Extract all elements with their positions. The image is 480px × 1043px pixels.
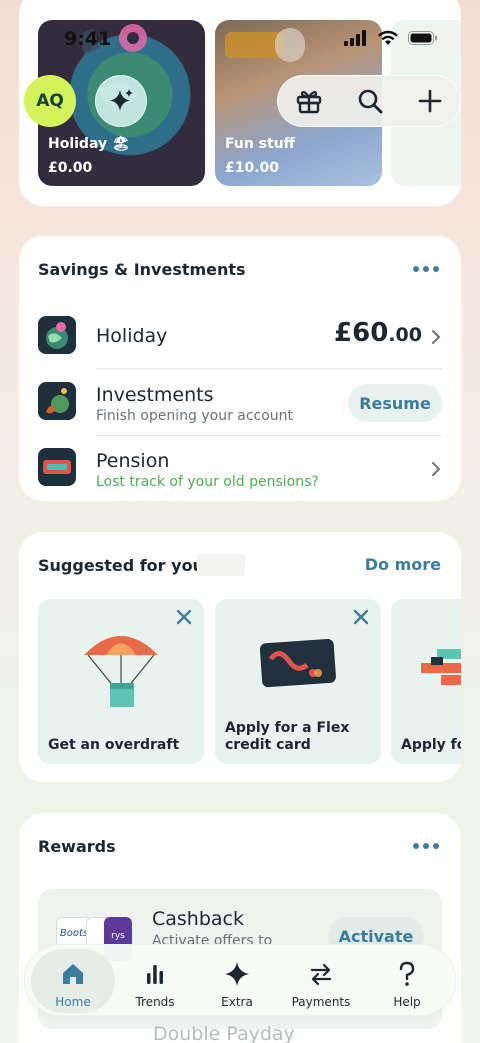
card-title: Rewards — [38, 837, 116, 856]
nav-label: Home — [55, 995, 91, 1009]
nav-label: Help — [393, 995, 421, 1009]
pension-icon — [38, 448, 76, 486]
suggested-card: Suggested for you, Do more Get an overdr… — [19, 532, 461, 782]
status-bar: 9:41 — [0, 0, 480, 76]
avatar[interactable]: AQ — [24, 75, 76, 127]
savings-row-holiday[interactable]: Holiday £60.00 — [38, 304, 442, 370]
tile-label: Apply fo — [401, 737, 461, 753]
nav-help[interactable]: Help — [365, 949, 449, 1013]
close-icon[interactable] — [176, 609, 192, 625]
status-icons — [344, 30, 438, 46]
wifi-icon — [378, 30, 398, 45]
row-title: Pension — [96, 450, 170, 472]
top-actions-bar — [277, 75, 461, 127]
transfer-arrows-icon — [310, 963, 332, 986]
redacted-name — [197, 554, 245, 576]
more-options-icon[interactable] — [413, 266, 439, 272]
suggestion-illustration — [421, 649, 461, 685]
savings-row-investments[interactable]: Investments Finish opening your account … — [38, 370, 442, 436]
do-more-link[interactable]: Do more — [365, 555, 441, 574]
suggestion-tile-flex-card[interactable]: Apply for a Flex credit card — [215, 599, 381, 764]
pot-amount: £0.00 — [48, 160, 93, 176]
close-icon[interactable] — [353, 609, 369, 625]
tile-label: Apply for a Flex credit card — [225, 720, 349, 754]
suggestion-tile-partial[interactable]: Apply fo — [391, 599, 461, 764]
parachute-illustration — [84, 636, 158, 707]
status-time: 9:41 — [64, 28, 112, 50]
savings-row-pension[interactable]: Pension Lost track of your old pensions? — [38, 436, 442, 502]
bar-chart-icon — [147, 965, 163, 984]
tile-label-line: Apply for a Flex — [225, 720, 350, 736]
card-title: Savings & Investments — [38, 260, 246, 279]
divider — [96, 368, 442, 369]
sparkle-icon — [225, 962, 249, 986]
more-options-icon[interactable] — [413, 843, 439, 849]
home-icon — [63, 964, 83, 984]
pot-amount: £10.00 — [225, 160, 280, 176]
sparkle-icon — [110, 89, 133, 111]
signal-icon — [344, 30, 366, 46]
holiday-icon — [38, 316, 76, 354]
pot-name: Fun stuff — [225, 136, 296, 152]
row-subtitle: Lost track of your old pensions? — [96, 474, 319, 490]
pot-name: Holiday 🏖 — [48, 136, 130, 152]
row-title: Holiday — [96, 325, 168, 347]
row-subtitle: Finish opening your account — [96, 408, 294, 424]
balance-pence: .00 — [388, 324, 422, 346]
nav-trends[interactable]: Trends — [113, 949, 197, 1013]
ai-assistant-button[interactable] — [95, 75, 147, 127]
nav-label: Trends — [135, 995, 175, 1009]
offer-title: Cashback — [152, 908, 245, 930]
investments-icon — [38, 382, 76, 420]
search-icon[interactable] — [356, 87, 384, 115]
balance-main: £60 — [334, 318, 389, 348]
gift-icon[interactable] — [295, 87, 323, 115]
chevron-right-icon — [432, 462, 441, 476]
nav-home[interactable]: Home — [31, 949, 115, 1013]
nav-extra[interactable]: Extra — [195, 949, 279, 1013]
chevron-right-icon — [432, 330, 441, 344]
nav-payments[interactable]: Payments — [279, 949, 363, 1013]
nav-label: Payments — [291, 995, 351, 1009]
tile-label-line: credit card — [225, 737, 311, 753]
bottom-navigation: Home Trends Extra Payments Help — [24, 944, 456, 1016]
tile-label: Get an overdraft — [48, 737, 180, 753]
savings-investments-card: Savings & Investments Holiday £60.00 Inv… — [19, 236, 461, 501]
holiday-balance: £60.00 — [334, 318, 422, 348]
suggestion-tile-overdraft[interactable]: Get an overdraft — [38, 599, 204, 764]
plus-icon[interactable] — [417, 88, 443, 114]
nav-label: Extra — [221, 995, 253, 1009]
battery-icon — [408, 31, 437, 45]
next-reward-item: Double Payday — [153, 1023, 295, 1043]
resume-button[interactable]: Resume — [348, 384, 442, 422]
card-title: Suggested for you, — [38, 556, 211, 575]
help-icon — [399, 961, 415, 986]
row-title: Investments — [96, 384, 214, 406]
credit-card-illustration — [259, 639, 336, 688]
